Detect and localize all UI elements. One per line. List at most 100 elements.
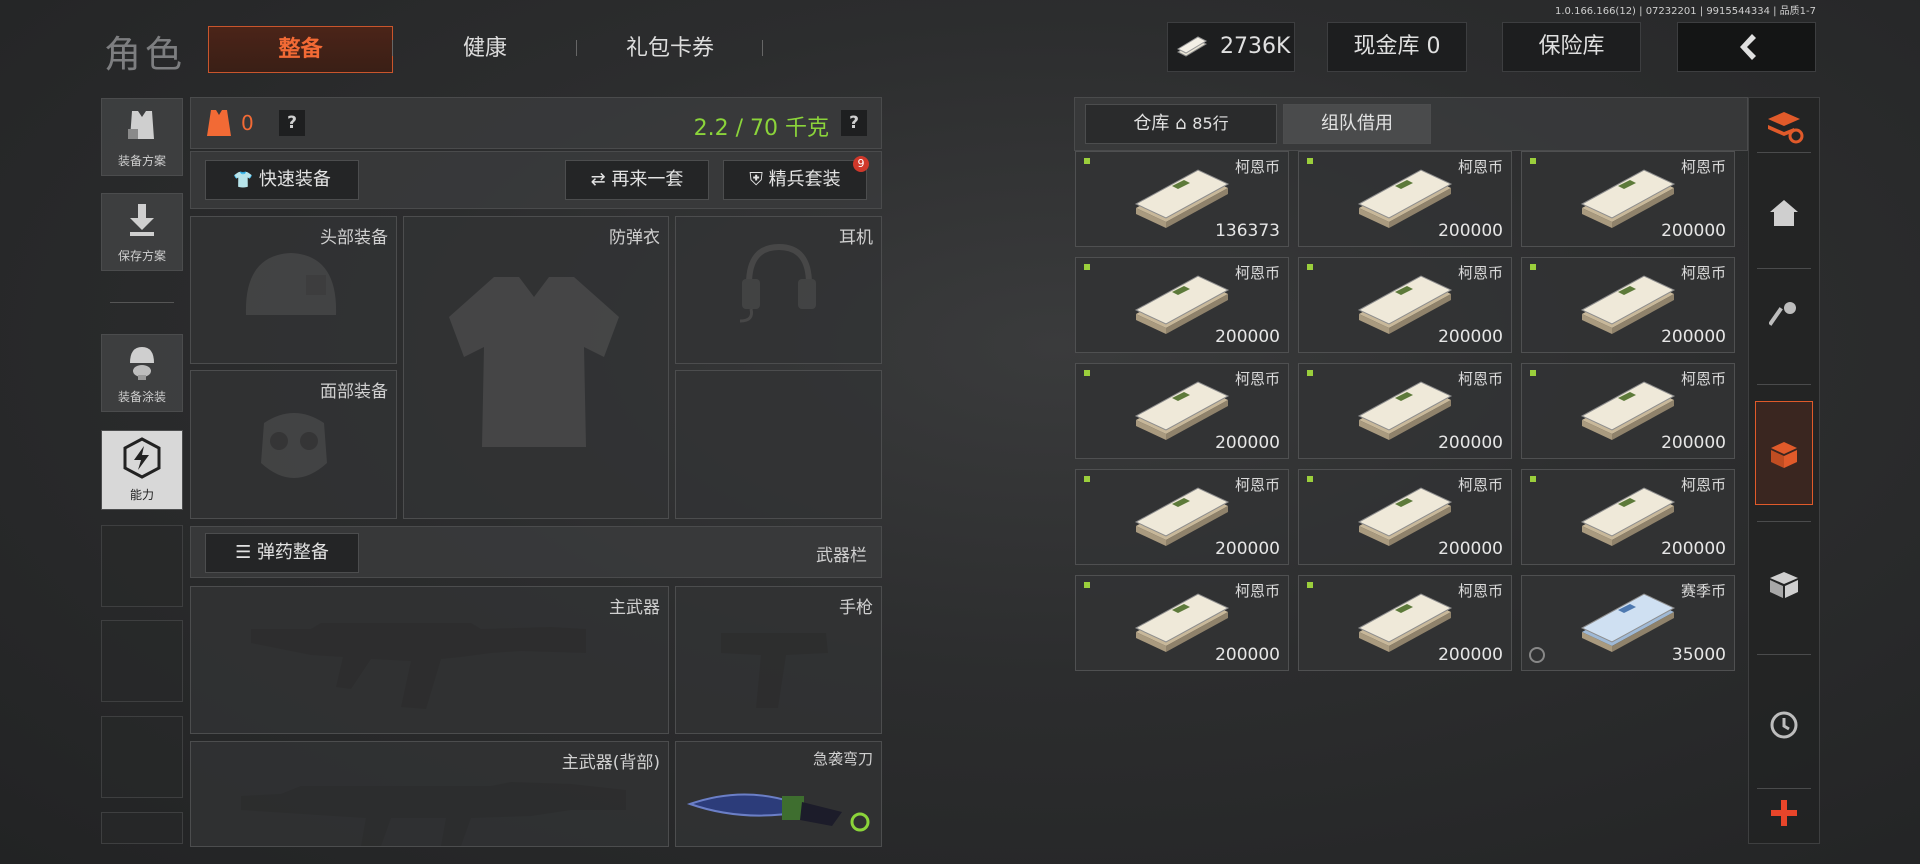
sidebar-item-label: 能力 [129,488,154,502]
cash-vault-button[interactable]: 现金库 0 [1327,22,1467,72]
add-button[interactable] [1749,798,1819,832]
back-arrow-icon [1740,34,1756,60]
key-icon [1768,302,1796,326]
home-button[interactable] [1749,198,1819,232]
quick-equip-label: 快速装备 [258,169,331,190]
armor-help-icon[interactable]: ? [279,110,305,136]
key-button[interactable] [1749,300,1819,338]
slot-face[interactable]: 面部装备 [190,370,397,519]
loadout-action-bar: 👕 快速装备 ⇄ 再来一套 ⛨ 精兵套装 9 [190,151,882,209]
redo-set-button[interactable]: ⇄ 再来一套 [565,160,709,200]
inventory-item[interactable]: 赛季币 35000 [1521,575,1735,671]
sidebar-divider [110,302,174,303]
gas-mask-icon [261,413,327,478]
slot-label: 面部装备 [320,382,388,402]
tab-divider [762,40,763,56]
weight-help-icon[interactable]: ? [841,110,867,136]
slot-label: 耳机 [839,228,873,248]
slot-empty[interactable] [675,370,882,519]
slot-primary-weapon-back[interactable]: 主武器(背部) [190,741,669,847]
download-icon [130,204,154,236]
armor-vest-icon [207,110,231,136]
tool-divider [1757,268,1811,269]
sidebar-empty-slot [101,716,183,798]
inventory-item[interactable]: 柯恩币 200000 [1075,469,1289,565]
slot-primary-weapon[interactable]: 主武器 [190,586,669,734]
elite-set-button[interactable]: ⛨ 精兵套装 [723,160,867,200]
slot-label: 手枪 [839,598,873,618]
box-download-icon [1771,442,1797,468]
slot-head[interactable]: 头部装备 [190,216,397,364]
sidebar-item-label: 保存方案 [117,249,166,263]
inventory-item[interactable]: 柯恩币 200000 [1298,469,1512,565]
quality-dot [1307,582,1313,588]
tab-health[interactable]: 健康 [420,26,550,71]
inventory-item[interactable]: 柯恩币 200000 [1298,257,1512,353]
sidebar-item-save-plan[interactable]: 保存方案 [101,193,183,271]
quality-dot [1530,476,1536,482]
quality-dot [1084,582,1090,588]
tool-divider [1757,788,1811,789]
redo-set-label: 再来一套 [611,169,684,190]
inventory-item[interactable]: 柯恩币 200000 [1298,575,1512,671]
quality-dot [1307,158,1313,164]
item-amount: 200000 [1661,539,1726,559]
helmet-skin-icon [130,347,154,380]
collect-button-active[interactable] [1755,401,1813,505]
tab-gift-coupons[interactable]: 礼包卡券 [600,26,740,71]
tab-loadout[interactable]: 整备 [208,26,393,73]
tab-team-borrow[interactable]: 组队借用 [1283,104,1431,144]
safe-button[interactable]: 保险库 [1502,22,1641,72]
item-name: 柯恩币 [1234,476,1280,494]
slot-pistol[interactable]: 手枪 [675,586,882,734]
item-amount: 200000 [1215,539,1280,559]
notification-badge: 9 [853,156,869,172]
ammo-prep-button[interactable]: ☰ 弹药整备 [205,533,359,573]
weapon-bar-label: 武器栏 [816,546,867,566]
slot-headset[interactable]: 耳机 [675,216,882,364]
sidebar-item-label: 装备方案 [117,154,166,168]
sort-refresh-button[interactable] [1749,110,1819,148]
back-button[interactable] [1677,22,1816,72]
inventory-item[interactable]: 柯恩币 200000 [1521,469,1735,565]
inventory-item[interactable]: 柯恩币 200000 [1521,363,1735,459]
quality-dot [1307,370,1313,376]
rifle-back-icon [241,782,626,846]
currency-display: 2736K [1167,22,1295,72]
banknote-stack-icon [1580,593,1676,652]
storage-tab-bar: 仓库 ⌂ 85行 组队借用 [1074,97,1748,151]
quality-dot [1084,370,1090,376]
inventory-item[interactable]: 柯恩币 200000 [1521,257,1735,353]
loadout-status-bar: 0 ? 2.2 / 70 千克 ? [190,97,882,149]
item-amount: 136373 [1215,221,1280,241]
inventory-item[interactable]: 柯恩币 136373 [1075,151,1289,247]
history-button[interactable] [1749,710,1819,744]
slot-body-armor[interactable]: 防弹衣 [403,216,669,519]
tab-warehouse[interactable]: 仓库 ⌂ 85行 [1085,104,1277,144]
inventory-item[interactable]: 柯恩币 200000 [1298,151,1512,247]
inventory-item[interactable]: 柯恩币 200000 [1298,363,1512,459]
item-name: 柯恩币 [1457,158,1503,176]
sidebar-item-skin[interactable]: 装备涂装 [101,334,183,412]
sidebar-item-label: 装备涂装 [117,390,166,404]
inventory-item[interactable]: 柯恩币 200000 [1075,575,1289,671]
inventory-item[interactable]: 柯恩币 200000 [1075,257,1289,353]
item-name: 柯恩币 [1680,370,1726,388]
crate-button[interactable] [1749,570,1819,604]
inventory-item[interactable]: 柯恩币 200000 [1521,151,1735,247]
sidebar-item-loadout-plan[interactable]: 装备方案 [101,98,183,176]
sidebar-item-ability[interactable]: 能力 [101,430,183,510]
crate-icon [1770,572,1798,598]
item-name: 柯恩币 [1457,582,1503,600]
quick-equip-button[interactable]: 👕 快速装备 [205,160,359,200]
slot-label: 主武器(背部) [561,753,660,773]
item-amount: 35000 [1671,645,1726,665]
item-name: 赛季币 [1680,582,1726,600]
quality-dot [1084,264,1090,270]
item-amount: 200000 [1215,327,1280,347]
slot-knife[interactable]: 急袭弯刀 [675,741,882,847]
item-name: 柯恩币 [1680,476,1726,494]
helmet-icon [245,253,337,315]
tab-divider [392,40,393,56]
inventory-item[interactable]: 柯恩币 200000 [1075,363,1289,459]
